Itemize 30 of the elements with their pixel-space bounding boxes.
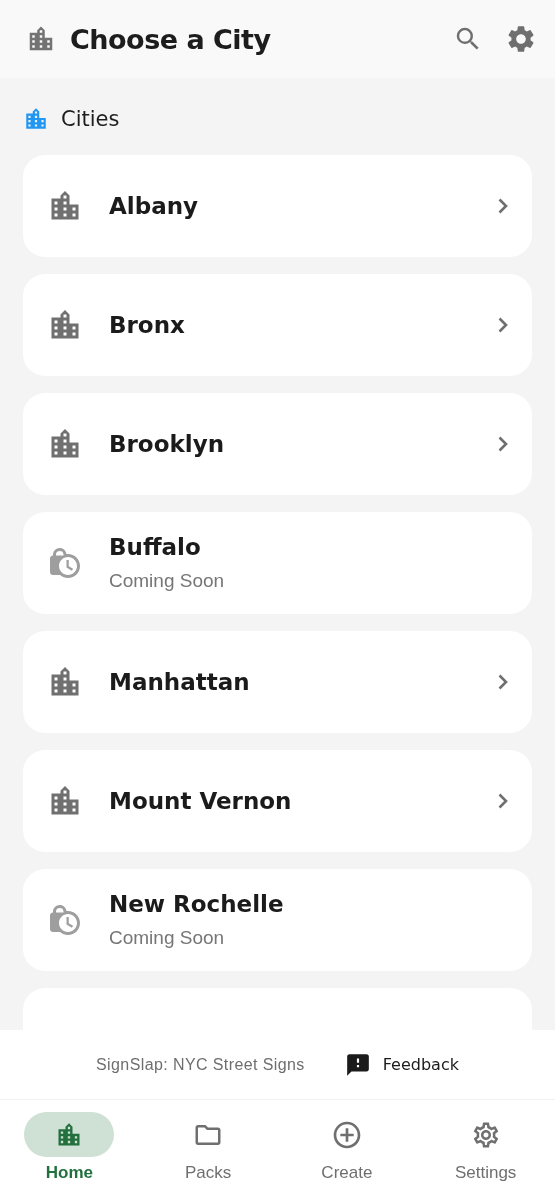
city-card[interactable]: Albany — [23, 155, 532, 257]
chevron-icon — [498, 436, 508, 452]
city-name: New Rochelle — [109, 891, 285, 917]
city-name: Buffalo — [109, 534, 202, 560]
lock-clock-icon — [47, 902, 83, 938]
app-name: SignSlap: NYC Street Signs — [96, 1055, 305, 1074]
page-title: Choose a City — [70, 23, 272, 55]
city-card[interactable]: Brooklyn — [23, 393, 532, 495]
section-title: Cities — [61, 106, 120, 131]
lock-clock-icon — [47, 545, 83, 581]
city-name: Brooklyn — [109, 431, 226, 457]
city-name: Bronx — [109, 312, 186, 338]
nav-tab[interactable]: Packs — [138, 1100, 278, 1200]
city-name: Mount Vernon — [109, 788, 293, 814]
city-card[interactable]: Bronx — [23, 274, 532, 376]
nav-tab[interactable]: Settings — [416, 1100, 555, 1200]
nav-tab[interactable]: Create — [277, 1100, 417, 1200]
feedback-button[interactable]: Feedback — [344, 1051, 459, 1078]
status-text: Coming Soon — [109, 570, 226, 592]
chevron-icon — [498, 793, 508, 809]
chevron-icon — [498, 317, 508, 333]
city-card[interactable]: Manhattan — [23, 631, 532, 733]
alert-bubble-icon — [344, 1051, 371, 1078]
chevron-icon — [498, 674, 508, 690]
city-card[interactable]: Mount Vernon — [23, 750, 532, 852]
chevron-icon — [498, 198, 508, 214]
status-text: Coming Soon — [109, 927, 226, 949]
nav-tab[interactable]: Home — [0, 1100, 139, 1200]
city-name: Albany — [109, 193, 200, 219]
city-name: Manhattan — [109, 669, 251, 695]
